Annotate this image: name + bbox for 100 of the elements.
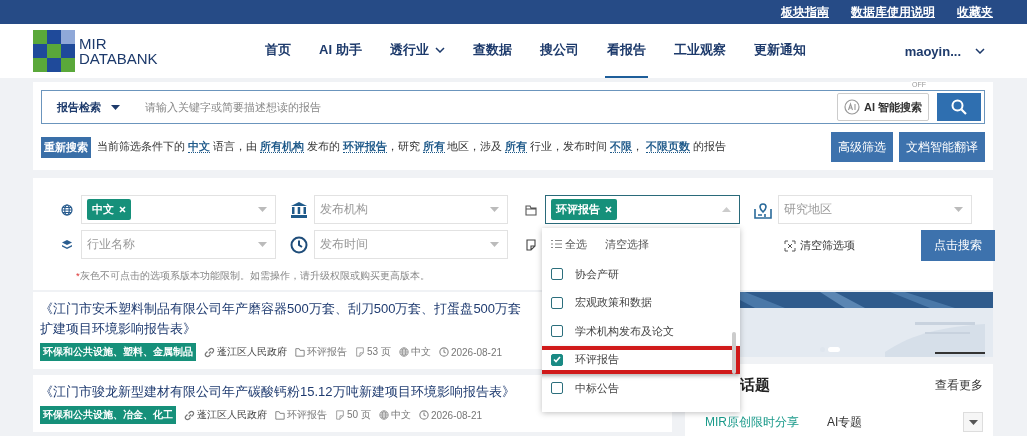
report-title[interactable]: 《江门市骏龙新型建材有限公司年产碳酸钙粉15.12万吨新建项目环境影响报告表》 — [40, 382, 530, 402]
select-field[interactable]: 中文 — [81, 195, 276, 224]
folder-icon — [524, 203, 537, 216]
bank-icon — [290, 201, 308, 218]
notice-text: *灰色不可点击的选项系版本功能限制。如需操作，请升级权限或购买更高版本。 — [76, 270, 431, 283]
layers-icon — [60, 238, 73, 251]
action-button[interactable]: 文档智能翻译 — [899, 132, 985, 162]
select-field[interactable]: 环评报告 — [545, 195, 740, 224]
nav-tab[interactable]: 看报告 — [604, 24, 648, 78]
select-placeholder: 行业名称 — [87, 237, 137, 252]
report-meta: 2026-08-21 — [430, 409, 483, 421]
clock-icon — [438, 347, 449, 357]
checkbox[interactable] — [551, 268, 563, 281]
clear-selection-link[interactable]: 清空选择 — [605, 236, 649, 252]
industry-tag[interactable]: 环保和公共设施、塑料、金属制品 — [40, 343, 196, 361]
clear-icon — [784, 239, 796, 252]
top-link[interactable]: 数据库使用说明 — [851, 3, 935, 21]
dropdown-option[interactable]: 学术机构发布及论文 — [542, 317, 740, 346]
checkbox[interactable] — [551, 325, 563, 338]
re-search-button[interactable]: 重新搜索 — [41, 136, 91, 158]
globe-icon — [378, 410, 389, 420]
check-icon — [553, 356, 561, 364]
expand-button[interactable] — [963, 412, 983, 432]
close-icon — [605, 206, 613, 213]
nav-tab[interactable]: 首页 — [263, 24, 293, 78]
checkbox[interactable] — [551, 353, 563, 366]
report-meta: 53 页 — [367, 345, 391, 359]
industry-tag[interactable]: 环保和公共设施、冶金、化工 — [40, 406, 176, 424]
filter-link[interactable]: 所有 — [505, 140, 528, 153]
search-button[interactable]: 点击搜索 — [921, 230, 995, 261]
view-more-link[interactable]: 查看更多 — [935, 378, 983, 393]
logo-text: MIR — [79, 36, 108, 51]
dropdown-option[interactable]: 协会产研 — [542, 260, 740, 289]
report-meta: 2026-08-21 — [450, 346, 503, 358]
top-link[interactable]: 板块指南 — [781, 3, 829, 21]
caret-icon — [722, 207, 731, 212]
report-meta: 蓬江区人民政府 — [217, 345, 287, 359]
select-all-link[interactable]: 全选 — [551, 236, 587, 252]
select-placeholder: 研究地区 — [784, 202, 833, 217]
link-icon — [184, 409, 195, 421]
chevron-icon — [434, 47, 445, 53]
globe-icon — [60, 203, 73, 216]
search-icon — [951, 99, 967, 115]
dropdown-option[interactable]: 中标公告 — [542, 374, 740, 403]
filter-link[interactable]: 所有机构 — [259, 140, 304, 153]
ai-icon — [843, 99, 860, 115]
card-title: 话题 — [740, 376, 770, 395]
folder-icon — [275, 410, 285, 420]
chevron-icon — [975, 48, 985, 54]
filter-link[interactable]: 所有 — [422, 140, 445, 153]
document-icon — [335, 410, 345, 420]
clear-filters-button[interactable]: 清空筛选项 — [784, 230, 855, 261]
list-icon — [551, 239, 562, 249]
filter-link[interactable]: 中文 — [187, 140, 210, 153]
link-icon — [204, 346, 215, 358]
logo-icon — [33, 30, 75, 72]
action-button[interactable]: 高级筛选 — [831, 132, 893, 162]
close-icon — [119, 206, 127, 213]
dropdown-option[interactable]: 宏观政策和数据 — [542, 288, 740, 317]
checkbox[interactable] — [551, 382, 563, 395]
report-meta: 环评报告 — [307, 345, 347, 359]
filter-link[interactable]: 环评报告 — [342, 140, 387, 153]
report-meta: 50 页 — [347, 408, 371, 422]
filter-tag[interactable]: 中文 — [87, 199, 132, 220]
nav-tab[interactable]: 查数据 — [470, 24, 514, 78]
scrollbar[interactable] — [732, 332, 736, 374]
filter-summary: 当前筛选条件下的 中文 语言，由 所有机构 发布的 环评报告，研究 所有 地区，涉及 所有 行业，发布时间 不限， 不限页数 的报告 — [97, 140, 728, 154]
nav-tab[interactable]: 搜公司 — [537, 24, 581, 78]
caret-icon — [490, 207, 499, 212]
nav-tab[interactable]: 透行业 — [387, 24, 447, 78]
folder-icon — [295, 347, 305, 357]
checkbox[interactable] — [551, 296, 563, 309]
report-meta: 中文 — [410, 345, 431, 359]
scope-dropdown[interactable]: 报告检索 — [57, 99, 143, 115]
report-meta: 环评报告 — [287, 408, 327, 422]
topic-tab[interactable]: AI专题 — [827, 413, 863, 431]
caret-icon — [490, 242, 499, 247]
filter-tag[interactable]: 环评报告 — [551, 199, 618, 220]
dropdown-option[interactable]: 环评报告 — [542, 345, 740, 374]
report-meta: 中文 — [390, 408, 411, 422]
ai-search-button[interactable]: AI 智能搜索 — [836, 93, 929, 121]
search-button[interactable] — [937, 93, 981, 121]
map-pin-icon — [754, 200, 772, 219]
document-icon — [355, 347, 365, 357]
user-menu[interactable]: maoyin... — [904, 43, 985, 59]
select-placeholder: 发布机构 — [320, 202, 369, 217]
logo-text: DATABANK — [79, 51, 158, 66]
report-meta: 蓬江区人民政府 — [197, 408, 267, 422]
caret-icon — [111, 104, 120, 110]
report-title[interactable]: 《江门市安禾塑料制品有限公司年产磨容器500万套、刮刀500万套、打蛋盘500万套扩建项目环境影响报告表》 — [40, 299, 530, 339]
caret-icon — [968, 419, 978, 425]
filter-link[interactable]: 不限 — [610, 140, 633, 153]
clock-icon — [290, 235, 308, 254]
nav-tab[interactable]: AI 助手 — [317, 24, 364, 78]
nav-tab[interactable]: 更新通知 — [751, 24, 808, 78]
topic-tab[interactable]: MIR原创限时分享 — [705, 413, 799, 431]
document-icon — [524, 238, 537, 251]
filter-link[interactable]: 不限页数 — [646, 140, 691, 153]
top-link[interactable]: 收藏夹 — [957, 3, 993, 21]
nav-tab[interactable]: 工业观察 — [671, 24, 728, 78]
